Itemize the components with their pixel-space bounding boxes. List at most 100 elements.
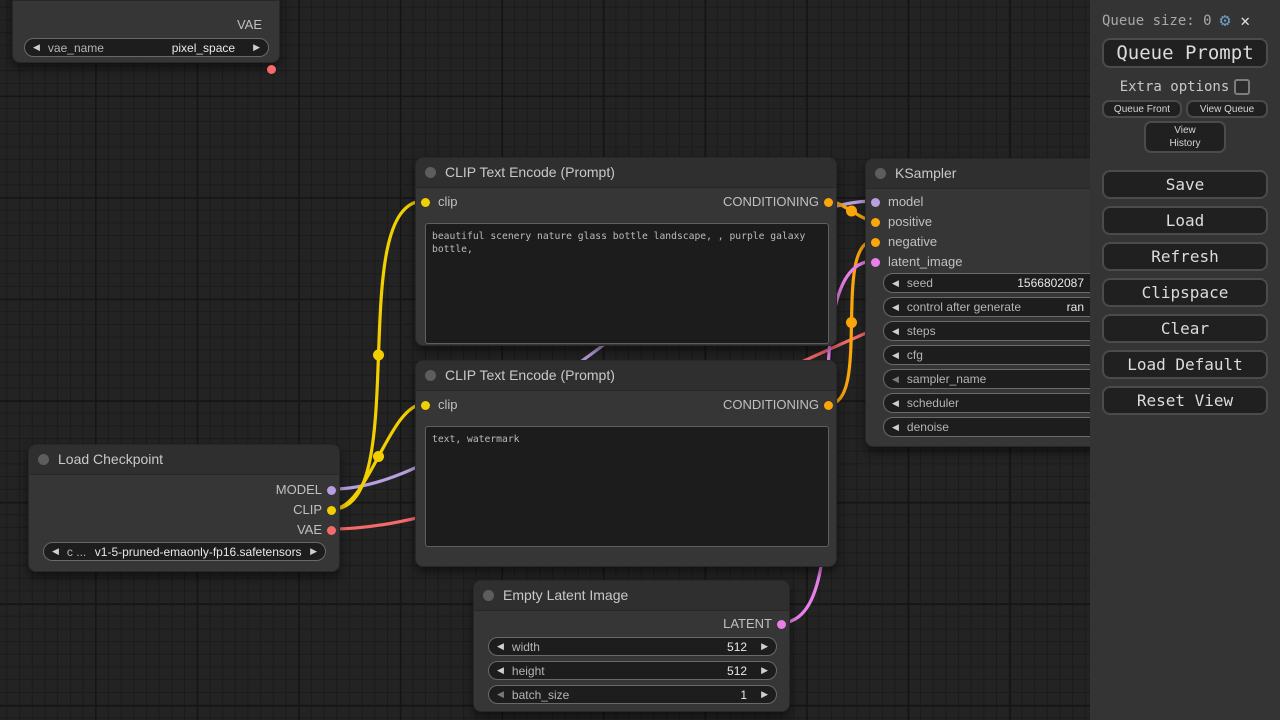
comfyui-app: VAE ◀ vae_name pixel_space ▶ Load Checkp… xyxy=(0,0,1280,720)
output-label: VAE xyxy=(296,522,322,537)
scheduler-widget[interactable]: ◀ scheduler xyxy=(883,393,1109,413)
output-slot-clip: CLIP xyxy=(29,500,339,520)
model-port-icon[interactable] xyxy=(870,197,880,207)
vae-name-widget[interactable]: ◀ vae_name pixel_space ▶ xyxy=(24,38,269,57)
slot-row: clip CONDITIONING xyxy=(416,192,836,212)
widget-label: control after generate xyxy=(906,300,1021,314)
increment-arrow-icon[interactable]: ▶ xyxy=(761,666,768,675)
vae-port-icon[interactable] xyxy=(266,64,276,74)
node-vae-loader[interactable]: VAE ◀ vae_name pixel_space ▶ xyxy=(12,0,280,74)
widget-label: c ... xyxy=(66,544,87,559)
output-slot-model: MODEL xyxy=(29,480,339,500)
reset-view-button[interactable]: Reset View xyxy=(1102,386,1268,415)
node-clip-text-encode-negative[interactable]: CLIP Text Encode (Prompt) clip CONDITION… xyxy=(415,360,837,567)
extra-options-checkbox[interactable] xyxy=(1234,79,1251,95)
prompt-text-area[interactable]: beautiful scenery nature glass bottle la… xyxy=(425,223,829,344)
decrement-arrow-icon[interactable]: ◀ xyxy=(497,666,504,675)
denoise-widget[interactable]: ◀ denoise xyxy=(883,417,1109,437)
close-icon[interactable]: ✕ xyxy=(1240,13,1250,29)
input-label: positive xyxy=(888,214,933,229)
decrement-arrow-icon[interactable]: ◀ xyxy=(497,642,504,651)
output-slot-vae: VAE xyxy=(29,520,339,540)
widget-label: steps xyxy=(906,324,936,338)
node-clip-text-encode-positive[interactable]: CLIP Text Encode (Prompt) clip CONDITION… xyxy=(415,157,837,346)
decrement-arrow-icon[interactable]: ◀ xyxy=(892,326,899,336)
widget-value: 512 xyxy=(727,663,748,678)
collapse-dot-icon[interactable] xyxy=(483,590,494,601)
model-port-icon[interactable] xyxy=(326,485,336,495)
node-empty-latent-image[interactable]: Empty Latent Image LATENT ◀ width 512 ▶ … xyxy=(473,580,790,712)
decrement-arrow-icon[interactable]: ◀ xyxy=(892,302,899,312)
widget-value: v1-5-pruned-emaonly-fp16.safetensors xyxy=(94,544,302,559)
link-midpoint-dot xyxy=(846,317,857,328)
settings-gear-icon[interactable]: ⚙ xyxy=(1220,12,1231,30)
steps-widget[interactable]: ◀ steps xyxy=(883,321,1109,341)
decrement-arrow-icon[interactable]: ◀ xyxy=(892,278,899,288)
increment-arrow-icon[interactable]: ▶ xyxy=(761,690,768,699)
node-ksampler[interactable]: KSampler model positive negative latent_… xyxy=(865,158,1125,447)
collapse-dot-icon[interactable] xyxy=(425,370,436,381)
ckpt-name-widget[interactable]: ◀ c ... v1-5-pruned-emaonly-fp16.safeten… xyxy=(43,542,326,561)
node-title-bar[interactable]: KSampler xyxy=(866,159,1124,189)
widget-value: pixel_space xyxy=(171,40,236,55)
increment-arrow-icon[interactable]: ▶ xyxy=(310,547,317,556)
clipspace-button[interactable]: Clipspace xyxy=(1102,278,1268,307)
output-label: VAE xyxy=(236,17,262,32)
refresh-button[interactable]: Refresh xyxy=(1102,242,1268,271)
menu-buttons: Save Load Refresh Clipspace Clear Load D… xyxy=(1102,170,1268,415)
vae-port-icon[interactable] xyxy=(326,525,336,535)
latent-port-icon[interactable] xyxy=(870,257,880,267)
node-title: CLIP Text Encode (Prompt) xyxy=(445,367,615,383)
decrement-arrow-icon[interactable]: ◀ xyxy=(892,350,899,360)
load-default-button[interactable]: Load Default xyxy=(1102,350,1268,379)
latent-port-icon[interactable] xyxy=(776,619,786,629)
widget-label: height xyxy=(511,663,545,678)
clip-port-icon[interactable] xyxy=(326,505,336,515)
width-widget[interactable]: ◀ width 512 ▶ xyxy=(488,637,777,656)
collapse-dot-icon[interactable] xyxy=(425,167,436,178)
conditioning-port-icon[interactable] xyxy=(870,237,880,247)
decrement-arrow-icon[interactable]: ◀ xyxy=(892,422,899,432)
decrement-arrow-icon[interactable]: ◀ xyxy=(52,547,59,556)
output-slot-vae: VAE xyxy=(13,15,279,74)
decrement-arrow-icon[interactable]: ◀ xyxy=(892,398,899,408)
node-load-checkpoint[interactable]: Load Checkpoint MODEL CLIP VAE ◀ c ... v… xyxy=(28,444,340,572)
view-queue-button[interactable]: View Queue xyxy=(1186,100,1268,118)
node-title-bar[interactable]: CLIP Text Encode (Prompt) xyxy=(416,361,836,391)
node-title-bar[interactable]: CLIP Text Encode (Prompt) xyxy=(416,158,836,188)
node-title-bar[interactable] xyxy=(13,0,279,1)
node-title-bar[interactable]: Load Checkpoint xyxy=(29,445,339,475)
control-after-generate-widget[interactable]: ◀ control after generate ran xyxy=(883,297,1109,317)
node-title: CLIP Text Encode (Prompt) xyxy=(445,164,615,180)
conditioning-port-icon[interactable] xyxy=(823,400,833,410)
height-widget[interactable]: ◀ height 512 ▶ xyxy=(488,661,777,680)
increment-arrow-icon[interactable]: ▶ xyxy=(761,642,768,651)
widget-label: scheduler xyxy=(906,396,959,410)
clip-port-icon[interactable] xyxy=(420,400,430,410)
save-button[interactable]: Save xyxy=(1102,170,1268,199)
sampler-name-widget[interactable]: ◀ sampler_name xyxy=(883,369,1109,389)
queue-front-button[interactable]: Queue Front xyxy=(1102,100,1182,118)
clear-button[interactable]: Clear xyxy=(1102,314,1268,343)
decrement-arrow-icon[interactable]: ◀ xyxy=(892,374,899,384)
decrement-arrow-icon[interactable]: ◀ xyxy=(33,43,40,52)
link-midpoint-dot xyxy=(373,451,384,462)
decrement-arrow-icon[interactable]: ◀ xyxy=(497,690,504,699)
view-history-button[interactable]: View History xyxy=(1144,121,1226,153)
collapse-dot-icon[interactable] xyxy=(875,168,886,179)
conditioning-port-icon[interactable] xyxy=(870,217,880,227)
clip-port-icon[interactable] xyxy=(420,197,430,207)
widget-value: 1566802087 xyxy=(1017,276,1084,290)
queue-prompt-button[interactable]: Queue Prompt xyxy=(1102,38,1268,68)
node-title-bar[interactable]: Empty Latent Image xyxy=(474,581,789,611)
batch-size-widget[interactable]: ◀ batch_size 1 ▶ xyxy=(488,685,777,704)
seed-widget[interactable]: ◀ seed 1566802087 xyxy=(883,273,1109,293)
node-title: KSampler xyxy=(895,165,957,181)
main-menu-panel: Queue size: 0 ⚙ ✕ Queue Prompt Extra opt… xyxy=(1090,0,1280,720)
collapse-dot-icon[interactable] xyxy=(38,454,49,465)
increment-arrow-icon[interactable]: ▶ xyxy=(253,43,260,52)
prompt-text-area[interactable]: text, watermark xyxy=(425,426,829,547)
load-button[interactable]: Load xyxy=(1102,206,1268,235)
conditioning-port-icon[interactable] xyxy=(823,197,833,207)
cfg-widget[interactable]: ◀ cfg xyxy=(883,345,1109,365)
